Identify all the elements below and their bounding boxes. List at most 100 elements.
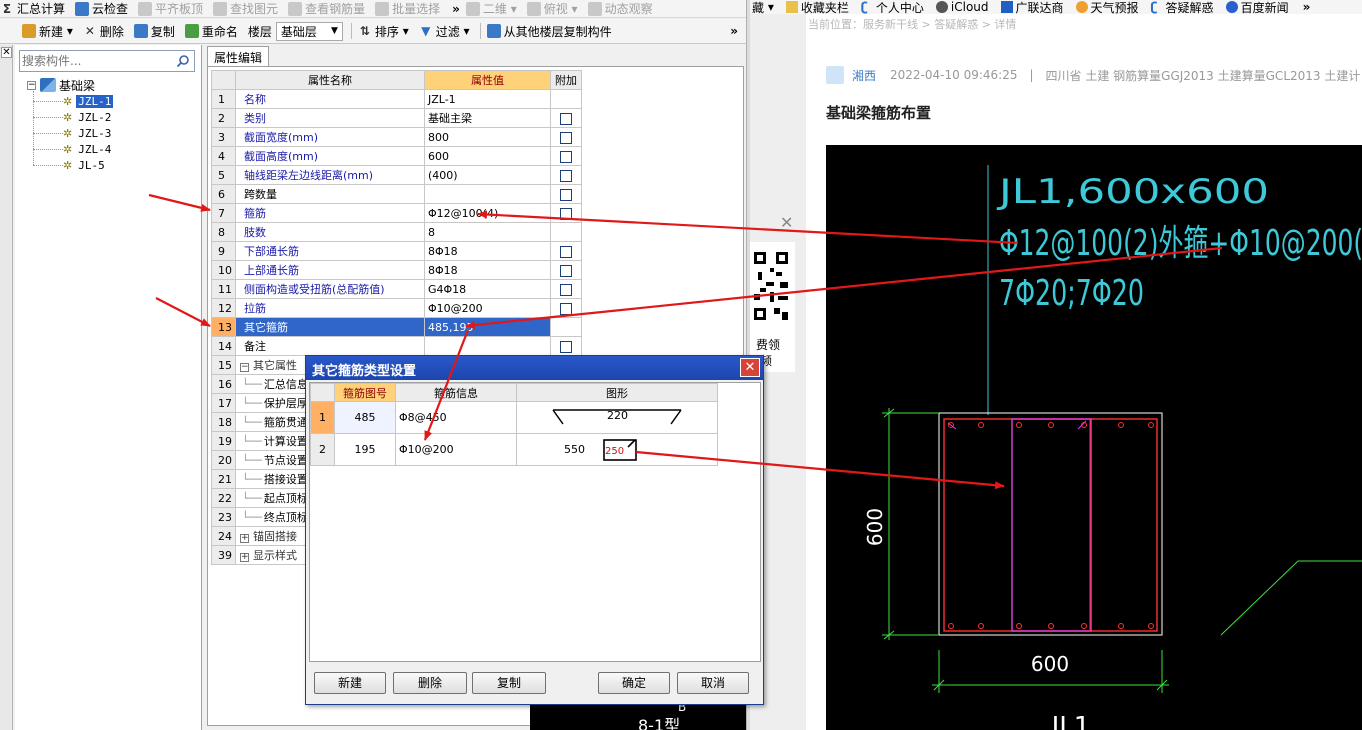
table-row[interactable]: 14 备注: [211, 336, 582, 356]
property-value-cell[interactable]: G4Φ18: [424, 279, 551, 299]
bookmark-favorites-bar[interactable]: 收藏夹栏: [785, 0, 849, 14]
bookmarks-overflow-icon[interactable]: »: [1303, 0, 1311, 14]
table-row[interactable]: 10 上部通长筋 8Φ18: [211, 260, 582, 280]
extra-checkbox[interactable]: [560, 188, 572, 201]
bookmark-glodon[interactable]: 广联达商: [1000, 0, 1064, 14]
stirrup-info-cell[interactable]: Φ10@200: [395, 433, 517, 466]
delete-button[interactable]: 删除: [393, 672, 467, 694]
bookmark-qa[interactable]: ʗ 答疑解惑: [1151, 0, 1214, 15]
table-row[interactable]: 13 其它箍筋 485,195: [211, 317, 582, 337]
close-icon[interactable]: ✕: [740, 358, 760, 377]
author-link[interactable]: 湘西: [852, 67, 876, 84]
table-row[interactable]: 11 侧面构造或受扭筋(总配筋值) G4Φ18: [211, 279, 582, 299]
close-icon[interactable]: ✕: [780, 213, 793, 232]
table-row[interactable]: 3 截面宽度(mm) 800: [211, 127, 582, 147]
property-value-cell[interactable]: JZL-1: [424, 89, 551, 109]
copy-button[interactable]: 复制: [472, 672, 546, 694]
top-view-dropdown[interactable]: 俯视 ▾: [526, 0, 578, 17]
view-rebar-button[interactable]: 查看钢筋量: [288, 0, 365, 17]
property-value-cell[interactable]: 8: [424, 222, 551, 242]
stirrup-code-cell[interactable]: 195: [334, 433, 396, 466]
extra-checkbox[interactable]: [560, 245, 572, 258]
row-number: 4: [211, 146, 236, 166]
table-row[interactable]: 2 195 Φ10@200 550 250: [310, 433, 718, 466]
tab-property-edit[interactable]: 属性编辑: [207, 46, 270, 66]
sort-dropdown-button[interactable]: ⇅ 排序 ▾: [358, 23, 409, 40]
table-row[interactable]: 9 下部通长筋 8Φ18: [211, 241, 582, 261]
bookmark-weather[interactable]: 天气预报: [1075, 0, 1139, 14]
new-button[interactable]: 新建: [314, 672, 386, 694]
copy-from-floor-button[interactable]: 从其他楼层复制构件: [486, 23, 612, 40]
property-value-cell[interactable]: 基础主梁: [424, 108, 551, 128]
delete-button[interactable]: ✕ 删除: [83, 23, 124, 40]
property-value-cell[interactable]: 8Φ18: [424, 241, 551, 261]
summary-calc-button[interactable]: Σ 汇总计算: [0, 0, 65, 17]
table-row[interactable]: 1 名称 JZL-1: [211, 89, 582, 109]
close-icon[interactable]: ✕: [1, 47, 12, 58]
expand-icon[interactable]: +: [240, 534, 249, 543]
bookmark-personal-center[interactable]: ʗ 个人中心: [861, 0, 924, 15]
tree-item-jzl-2[interactable]: ✲ JZL-2: [63, 109, 113, 125]
stirrup-shape-cell[interactable]: 550 250: [516, 433, 718, 466]
table-row[interactable]: 1 485 Φ8@450 220: [310, 401, 718, 434]
cancel-button[interactable]: 取消: [677, 672, 749, 694]
orbit-button[interactable]: 动态观察: [587, 0, 653, 17]
property-value-cell[interactable]: 800: [424, 127, 551, 147]
extra-checkbox[interactable]: [560, 302, 572, 315]
search-input[interactable]: [22, 52, 172, 70]
rename-button[interactable]: 重命名: [184, 23, 238, 40]
bookmark-icloud[interactable]: iCloud: [935, 0, 989, 14]
extra-checkbox[interactable]: [560, 169, 572, 182]
property-value-cell[interactable]: 485,195: [424, 317, 551, 337]
property-value-cell[interactable]: Φ12@100(4): [424, 203, 551, 223]
property-value-cell[interactable]: 600: [424, 146, 551, 166]
search-icon[interactable]: [176, 54, 190, 68]
extra-checkbox[interactable]: [560, 283, 572, 296]
table-row[interactable]: 12 拉筋 Φ10@200: [211, 298, 582, 318]
bookmark-partial[interactable]: 藏 ▾: [752, 0, 774, 14]
filter-dropdown-button[interactable]: ▼ 过滤 ▾: [419, 23, 469, 40]
stirrup-shape-cell[interactable]: 220: [516, 401, 718, 434]
tree-root-node[interactable]: − 基础梁: [27, 77, 95, 93]
toolbar-overflow-icon[interactable]: »: [730, 24, 738, 38]
stirrup-info-cell[interactable]: Φ8@450: [395, 401, 517, 434]
tree-item-jzl-1[interactable]: ✲ JZL-1: [63, 93, 114, 109]
table-row[interactable]: 6 跨数量: [211, 184, 582, 204]
property-value-cell[interactable]: Φ10@200: [424, 298, 551, 318]
floor-select[interactable]: 基础层 ▼: [275, 21, 343, 41]
expand-icon[interactable]: +: [240, 553, 249, 562]
table-row[interactable]: 7 箍筋 Φ12@100(4): [211, 203, 582, 223]
table-row[interactable]: 5 轴线距梁左边线距离(mm) (400): [211, 165, 582, 185]
ok-button[interactable]: 确定: [598, 672, 670, 694]
extra-checkbox[interactable]: [560, 207, 572, 220]
flush-slab-top-button[interactable]: 平齐板顶: [138, 0, 203, 17]
toolbar-overflow-icon[interactable]: »: [452, 2, 460, 16]
batch-select-button[interactable]: 批量选择: [375, 0, 440, 17]
tree-item-jl-5[interactable]: ✲ JL-5: [63, 157, 107, 173]
copy-button[interactable]: 复制: [133, 23, 175, 40]
tree-item-jzl-3[interactable]: ✲ JZL-3: [63, 125, 113, 141]
stirrup-code-header: 箍筋图号: [334, 383, 396, 402]
property-value-cell[interactable]: (400): [424, 165, 551, 185]
stirrup-code-cell[interactable]: 485: [334, 401, 396, 434]
2d-view-dropdown[interactable]: 二维 ▾: [465, 0, 517, 17]
extra-checkbox[interactable]: [560, 112, 572, 125]
bookmark-baidu-news[interactable]: 百度新闻: [1225, 0, 1289, 14]
extra-checkbox[interactable]: [560, 150, 572, 163]
property-value-cell[interactable]: [424, 184, 551, 204]
tree-connector: [33, 165, 63, 166]
extra-checkbox[interactable]: [560, 131, 572, 144]
extra-checkbox[interactable]: [560, 340, 572, 353]
new-dropdown-button[interactable]: 新建 ▾: [22, 23, 73, 40]
table-row[interactable]: 2 类别 基础主梁: [211, 108, 582, 128]
find-element-button[interactable]: 查找图元: [213, 0, 278, 17]
collapse-icon[interactable]: −: [240, 363, 249, 372]
property-value-cell[interactable]: [424, 336, 551, 356]
table-row[interactable]: 4 截面高度(mm) 600: [211, 146, 582, 166]
table-row[interactable]: 8 肢数 8: [211, 222, 582, 242]
extra-checkbox[interactable]: [560, 264, 572, 277]
tree-item-jzl-4[interactable]: ✲ JZL-4: [63, 141, 113, 157]
cloud-check-button[interactable]: 云检查: [75, 0, 128, 17]
property-value-cell[interactable]: 8Φ18: [424, 260, 551, 280]
collapse-icon[interactable]: −: [27, 80, 36, 90]
